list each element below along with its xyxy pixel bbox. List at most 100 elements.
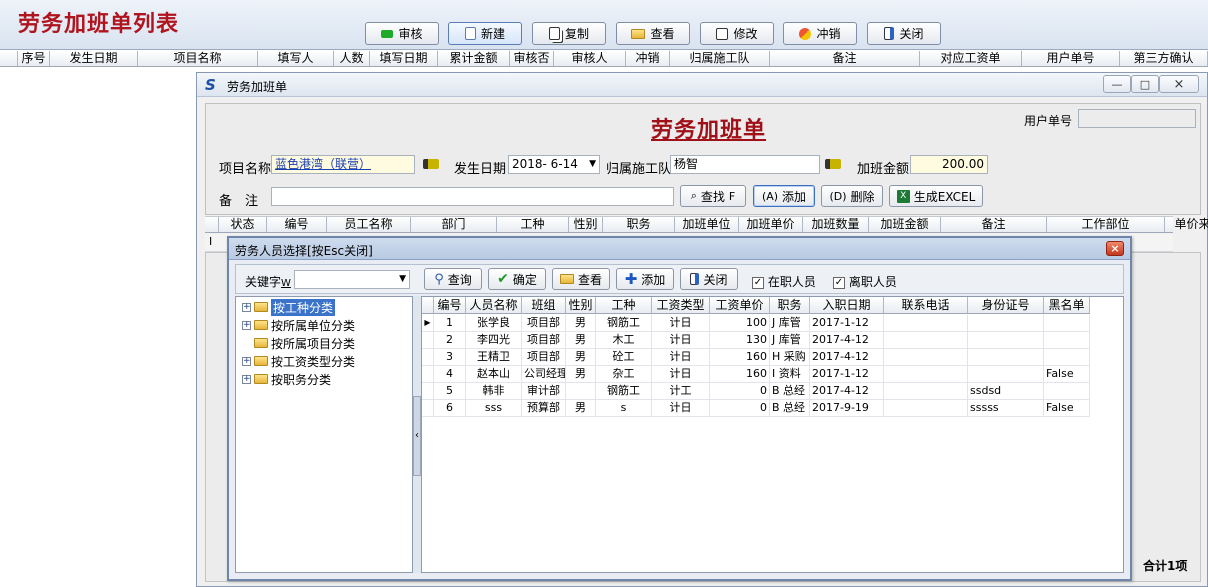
expand-plus-icon[interactable]: +	[242, 320, 251, 330]
table-cell: 计日	[652, 400, 710, 416]
col-header[interactable]: 审核否	[510, 51, 554, 66]
dialog-close-button[interactable]: ×	[1106, 241, 1124, 256]
amount-field[interactable]: 200.00	[910, 155, 988, 174]
row-indicator-col	[422, 297, 434, 313]
left-staff-checkbox[interactable]: ✓ 离职人员	[833, 273, 897, 290]
active-staff-checkbox[interactable]: ✓ 在职人员	[752, 273, 816, 290]
col-header[interactable]: 工种	[596, 297, 652, 313]
close-dialog-button[interactable]: 关闭	[680, 268, 738, 290]
table-cell: H 采购	[770, 349, 810, 365]
col-header[interactable]: 状态	[219, 217, 267, 232]
note-field[interactable]	[271, 187, 674, 206]
delete-row-button[interactable]: (D) 删除	[821, 185, 883, 207]
keyword-select[interactable]: ▼	[294, 270, 410, 289]
add-row-button[interactable]: (A) 添加	[753, 185, 815, 207]
col-header[interactable]: 备注	[770, 51, 920, 66]
col-header[interactable]: 班组	[522, 297, 566, 313]
user-no-field[interactable]	[1078, 109, 1196, 128]
col-header[interactable]: 第三方确认	[1120, 51, 1208, 66]
col-header[interactable]: 审核人	[554, 51, 626, 66]
col-header[interactable]: 部门	[411, 217, 497, 232]
col-header[interactable]: 入职日期	[810, 297, 884, 313]
col-header[interactable]: 序号	[18, 51, 50, 66]
col-header[interactable]: 项目名称	[138, 51, 258, 66]
copy-button[interactable]: 复制	[532, 22, 606, 45]
table-cell: J 库管	[770, 332, 810, 348]
tree-node-wage-type[interactable]: + 按工资类型分类	[242, 353, 355, 369]
col-header[interactable]: 加班金额	[869, 217, 941, 232]
col-header[interactable]: 职务	[770, 297, 810, 313]
col-header[interactable]: 备注	[941, 217, 1047, 232]
col-header[interactable]: 性别	[566, 297, 596, 313]
col-header[interactable]: 黑名单	[1044, 297, 1090, 313]
confirm-button[interactable]: ✔ 确定	[488, 268, 546, 290]
col-header[interactable]: 单价来源	[1165, 217, 1208, 232]
col-header[interactable]: 工种	[497, 217, 569, 232]
pane-splitter[interactable]: ‹	[413, 296, 421, 573]
row-indicator-col	[205, 217, 219, 232]
close-button[interactable]: 关闭	[867, 22, 941, 45]
review-button[interactable]: 审核	[365, 22, 439, 45]
table-cell: 2	[434, 332, 466, 348]
col-header[interactable]: 工作部位	[1047, 217, 1165, 232]
tree-node-position[interactable]: + 按职务分类	[242, 371, 331, 387]
add-staff-button[interactable]: ✚ 添加	[616, 268, 674, 290]
view-staff-button[interactable]: 查看	[552, 268, 610, 290]
tree-node-trade[interactable]: + 按工种分类	[242, 297, 337, 317]
date-picker[interactable]: 2018- 6-14 ▼	[508, 155, 600, 174]
staff-dialog-titlebar[interactable]: 劳务人员选择[按Esc关闭] ×	[229, 238, 1130, 260]
staff-grid: 编号 人员名称 班组 性别 工种 工资类型 工资单价 职务 入职日期 联系电话 …	[421, 296, 1124, 573]
new-button[interactable]: 新建	[448, 22, 522, 45]
table-row[interactable]: 2 李四光 项目部男木工 计日 130 J 库管 2017-4-12	[422, 332, 1090, 349]
find-button[interactable]: ⌕ 查找 F	[680, 185, 746, 207]
col-header[interactable]: 工资类型	[652, 297, 710, 313]
window-close-button[interactable]: ×	[1159, 75, 1199, 93]
tree-node-project[interactable]: 按所属项目分类	[254, 335, 355, 351]
team-field[interactable]: 杨智	[670, 155, 820, 174]
col-header[interactable]: 填写人	[258, 51, 334, 66]
col-header[interactable]: 职务	[603, 217, 675, 232]
col-header[interactable]: 员工名称	[327, 217, 411, 232]
export-excel-button[interactable]: X 生成EXCEL	[889, 185, 983, 207]
expand-plus-icon[interactable]: +	[242, 302, 251, 312]
col-header[interactable]: 加班数量	[803, 217, 869, 232]
table-row[interactable]: 4 赵本山 公司经理男杂工 计日 160 I 资料 2017-1-12 False	[422, 366, 1090, 383]
table-row[interactable]: 5 韩非 审计部 钢筋工 计工 0 B 总经 2017-4-12 ssdsd	[422, 383, 1090, 400]
col-header[interactable]: 冲销	[626, 51, 670, 66]
expand-plus-icon[interactable]: +	[242, 356, 251, 366]
col-header[interactable]: 对应工资单	[920, 51, 1022, 66]
tree-node-unit[interactable]: + 按所属单位分类	[242, 317, 355, 333]
modify-button[interactable]: 修改	[700, 22, 774, 45]
col-header[interactable]: 累计金额	[438, 51, 510, 66]
overtime-form-titlebar[interactable]: S 劳务加班单 — □ ×	[197, 73, 1207, 97]
table-row[interactable]: 6 sss 预算部男 s 计日 0 B 总经 2017-9-19 sssss False	[422, 400, 1090, 417]
restore-button[interactable]: □	[1131, 75, 1159, 93]
col-header[interactable]: 编号	[434, 297, 466, 313]
col-header[interactable]: 归属施工队	[670, 51, 770, 66]
query-button[interactable]: ⚲ 查询	[424, 268, 482, 290]
col-header[interactable]: 加班单价	[739, 217, 803, 232]
minimize-button[interactable]: —	[1103, 75, 1131, 93]
col-header[interactable]: 编号	[267, 217, 327, 232]
team-lookup-icon[interactable]	[825, 159, 841, 169]
project-field[interactable]: 蓝色港湾（联营）	[271, 155, 415, 174]
col-header[interactable]: 联系电话	[884, 297, 968, 313]
col-header[interactable]: 发生日期	[50, 51, 138, 66]
reverse-button[interactable]: 冲销	[783, 22, 857, 45]
collapse-left-icon[interactable]: ‹	[413, 396, 421, 476]
table-row[interactable]: ▶ 1 张学良 项目部男钢筋工 计日 100 J 库管 2017-1-12	[422, 315, 1090, 332]
col-header[interactable]: 加班单位	[675, 217, 739, 232]
col-header[interactable]: 身份证号	[968, 297, 1044, 313]
col-header[interactable]: 工资单价	[710, 297, 770, 313]
col-header[interactable]: 性别	[569, 217, 603, 232]
table-cell: B 总经	[770, 400, 810, 416]
col-header[interactable]: 填写日期	[370, 51, 438, 66]
table-row[interactable]: 3 王精卫 项目部男砼工 计日 160 H 采购 2017-4-12	[422, 349, 1090, 366]
view-button[interactable]: 查看	[616, 22, 690, 45]
col-header[interactable]: 人员名称	[466, 297, 522, 313]
col-header[interactable]: 人数	[334, 51, 370, 66]
expand-plus-icon[interactable]: +	[242, 374, 251, 384]
col-header[interactable]: 用户单号	[1022, 51, 1120, 66]
table-cell: 项目部	[522, 349, 566, 365]
project-lookup-icon[interactable]	[423, 159, 439, 169]
